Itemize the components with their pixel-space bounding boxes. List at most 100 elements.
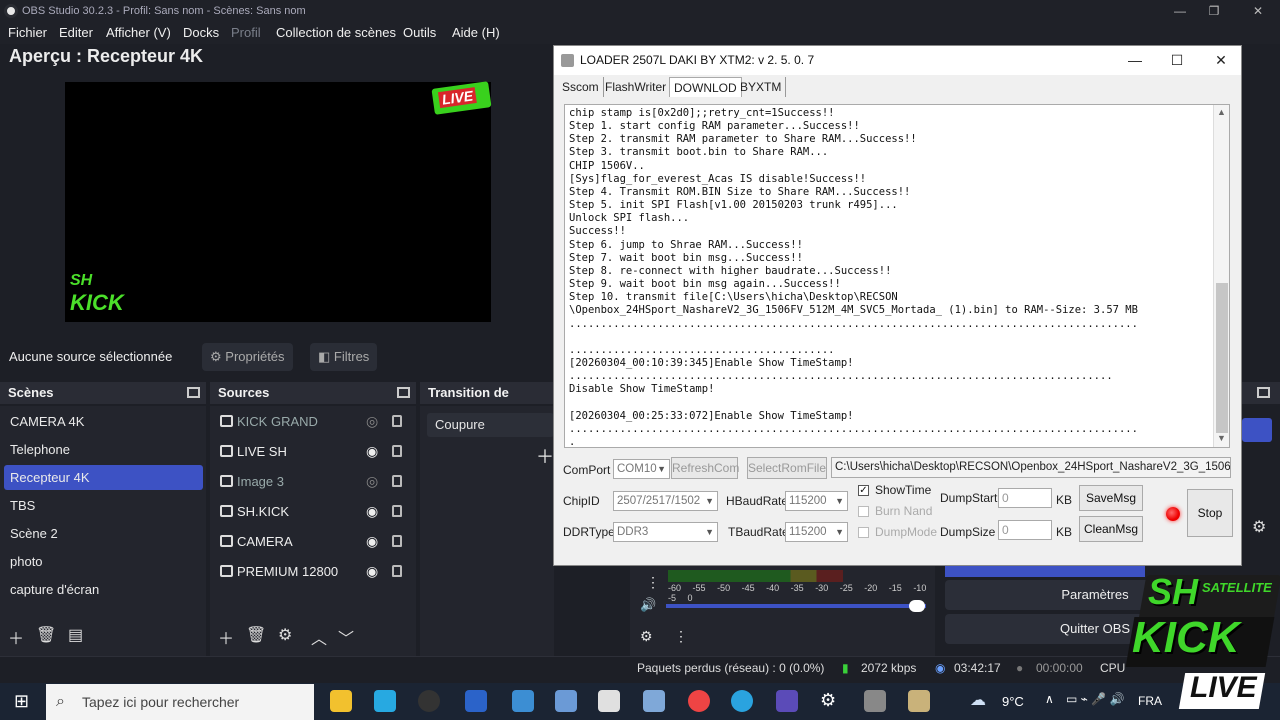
scene-item[interactable]: capture d'écran [10, 582, 99, 597]
mixer-settings-icon[interactable]: ⚙ [640, 628, 653, 645]
add-transition-icon[interactable]: ＋ [536, 443, 554, 469]
start-stream-button-edge[interactable] [1242, 418, 1272, 442]
source-settings-icon[interactable]: ⚙ [278, 625, 292, 645]
scene-item-selected[interactable]: Recepteur 4K [10, 470, 90, 485]
lock-icon[interactable] [392, 565, 402, 577]
remove-source-icon[interactable]: 🗑 [246, 625, 266, 645]
tbaudrate-select[interactable]: 115200 ▼ [785, 522, 848, 542]
source-row[interactable]: LIVE SH ◉ [220, 442, 410, 464]
scroll-thumb[interactable] [1216, 283, 1228, 433]
lock-icon[interactable] [392, 475, 402, 487]
scene-item[interactable]: photo [10, 554, 43, 569]
cleanmsg-button[interactable]: CleanMsg [1079, 516, 1143, 542]
rom-path-field[interactable]: C:\Users\hicha\Desktop\RECSON\Openbox_24… [831, 457, 1231, 478]
volume-slider[interactable] [666, 600, 926, 612]
scene-item[interactable]: Scène 2 [10, 526, 58, 541]
comport-select[interactable]: COM10 ▼ [613, 459, 670, 479]
preview-canvas[interactable]: SH KICK [65, 82, 491, 322]
eye-icon[interactable]: ◉ [366, 533, 378, 550]
speaker-icon[interactable]: 🔊 [640, 597, 656, 613]
scene-filter-icon[interactable]: ▤ [68, 625, 83, 645]
gear-icon[interactable]: ⚙ [1252, 517, 1266, 537]
scene-item[interactable]: CAMERA 4K [10, 414, 84, 429]
add-source-icon[interactable]: ＋ [218, 625, 234, 649]
windows-start-icon[interactable]: ⊞ [14, 691, 29, 712]
burnnand-checkbox[interactable] [858, 506, 869, 517]
app-icon[interactable] [555, 690, 577, 712]
menu-aide[interactable]: Aide (H) [452, 25, 500, 40]
scene-item[interactable]: TBS [10, 498, 35, 513]
eye-icon[interactable]: ◉ [366, 503, 378, 520]
volume-slider-handle[interactable] [909, 600, 925, 612]
tab-flashwriter[interactable]: FlashWriter [601, 77, 672, 97]
log-textbox[interactable]: chip stamp is[0x2d0];;retry_cnt=1Success… [564, 104, 1230, 448]
app-icon[interactable] [465, 690, 487, 712]
refresh-com-button[interactable]: RefreshCom [671, 457, 739, 479]
remove-scene-icon[interactable]: 🗑 [36, 625, 56, 645]
select-rom-button[interactable]: SelectRomFile [747, 457, 827, 479]
dumpstart-input[interactable]: 0 [998, 488, 1052, 508]
lock-icon[interactable] [392, 505, 402, 517]
move-down-icon[interactable]: ﹀ [338, 625, 354, 649]
obs-taskbar-icon[interactable] [418, 690, 440, 712]
source-row[interactable]: Image 3 ◎ [220, 472, 410, 494]
properties-button[interactable]: ⚙ Propriétés [202, 343, 293, 371]
scene-item[interactable]: Telephone [10, 442, 70, 457]
menu-outils[interactable]: Outils [403, 25, 436, 40]
tab-byxtm[interactable]: BYXTM [736, 77, 787, 97]
source-row[interactable]: SH.KICK ◉ [220, 502, 410, 524]
menu-editer[interactable]: Editer [59, 25, 93, 40]
lock-icon[interactable] [392, 415, 402, 427]
calculator-icon[interactable] [598, 690, 620, 712]
menu-docks[interactable]: Docks [183, 25, 219, 40]
chrome-icon[interactable] [688, 690, 710, 712]
app-icon[interactable] [908, 690, 930, 712]
mixer-menu-icon[interactable]: ⋮ [646, 574, 660, 591]
dumpmode-checkbox[interactable] [858, 527, 869, 538]
chipid-select[interactable]: 2507/2517/1502 ▼ [613, 491, 718, 511]
move-up-icon[interactable]: ︿ [311, 625, 327, 649]
mixer-menu-icon[interactable]: ⋮ [674, 628, 688, 645]
menu-collection[interactable]: Collection de scènes [276, 25, 396, 40]
hbaudrate-select[interactable]: 115200 ▼ [785, 491, 848, 511]
menu-profil[interactable]: Profil [231, 25, 261, 40]
tray-chevron-icon[interactable]: ∧ [1045, 692, 1054, 706]
menu-fichier[interactable]: Fichier [8, 25, 47, 40]
app-icon[interactable] [643, 690, 665, 712]
eye-icon[interactable]: ◉ [366, 443, 378, 460]
close-icon[interactable]: ✕ [1238, 0, 1278, 22]
filters-button[interactable]: ◧ Filtres [310, 343, 378, 371]
close-icon[interactable]: ✕ [1199, 46, 1243, 75]
source-row[interactable]: CAMERA ◉ [220, 532, 410, 554]
lock-icon[interactable] [392, 535, 402, 547]
dock-undock-icon[interactable] [1257, 387, 1270, 398]
tab-sscom[interactable]: Sscom [558, 77, 604, 97]
source-row[interactable]: KICK GRAND ◎ [220, 412, 410, 434]
app-icon[interactable] [864, 690, 886, 712]
eye-hidden-icon[interactable]: ◎ [366, 473, 378, 490]
ddrtype-select[interactable]: DDR3 ▼ [613, 522, 718, 542]
app-icon[interactable] [776, 690, 798, 712]
app-icon[interactable] [512, 690, 534, 712]
file-explorer-icon[interactable] [330, 690, 352, 712]
dock-undock-icon[interactable] [187, 387, 200, 398]
savemsg-button[interactable]: SaveMsg [1079, 485, 1143, 511]
log-scrollbar[interactable]: ▲ ▼ [1213, 105, 1229, 447]
stop-button[interactable]: Stop [1187, 489, 1233, 537]
minimize-icon[interactable]: — [1113, 46, 1157, 75]
dock-undock-icon[interactable] [397, 387, 410, 398]
app-icon[interactable] [374, 690, 396, 712]
lock-icon[interactable] [392, 445, 402, 457]
taskbar-search[interactable]: ⌕ Tapez ici pour rechercher [46, 684, 314, 720]
maximize-icon[interactable]: ☐ [1155, 46, 1199, 75]
showtime-checkbox[interactable]: ✓ [858, 485, 869, 496]
scroll-up-icon[interactable]: ▲ [1217, 107, 1226, 117]
eye-hidden-icon[interactable]: ◎ [366, 413, 378, 430]
eye-icon[interactable]: ◉ [366, 563, 378, 580]
restore-icon[interactable]: ❐ [1194, 0, 1234, 22]
menu-afficher[interactable]: Afficher (V) [106, 25, 171, 40]
source-row[interactable]: PREMIUM 12800 ◉ [220, 562, 410, 584]
transition-select[interactable]: Coupure [427, 413, 554, 437]
tab-downlod[interactable]: DOWNLOD [669, 77, 742, 97]
add-scene-icon[interactable]: ＋ [8, 625, 24, 649]
